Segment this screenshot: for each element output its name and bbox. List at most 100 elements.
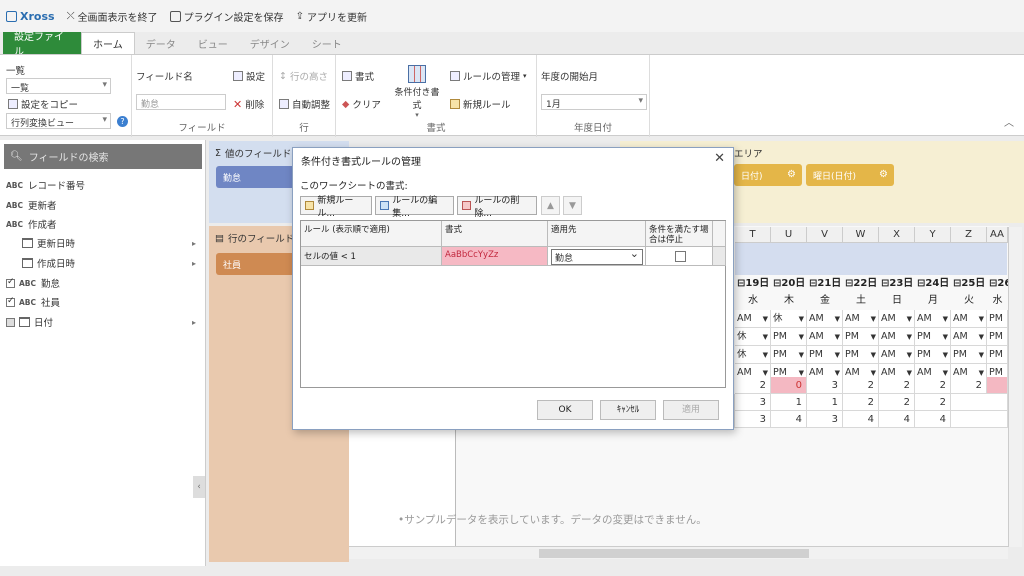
dropdown-arrow-icon[interactable]: ▼ [907,346,912,363]
grid-cell[interactable]: AM ▼ [879,310,915,328]
count-cell[interactable]: 4 [771,411,807,428]
date-header[interactable]: ⊟20日 [771,276,807,292]
dropdown-arrow-icon[interactable]: ▼ [871,328,876,345]
count-cell[interactable]: 1 [807,394,843,411]
row-field-chip[interactable]: 社員 [216,253,296,275]
field-settings-button[interactable]: 設定 [233,69,265,83]
update-app-button[interactable]: ⇪ アプリを更新 [296,9,367,24]
grid-cell[interactable]: PM [987,346,1008,364]
move-up-button[interactable]: ▲ [541,196,560,215]
count-cell[interactable]: 1 [771,394,807,411]
field-name-input[interactable]: 勤怠 [136,94,226,110]
grid-cell[interactable]: AM ▼ [843,310,879,328]
column-header[interactable]: W [843,227,879,243]
ok-button[interactable]: OK [537,400,593,420]
grid-cell[interactable]: AM ▼ [807,328,843,346]
grid-cell[interactable]: PM ▼ [843,346,879,364]
new-rule-dialog-button[interactable]: 新規ルール... [300,196,372,219]
clear-button[interactable]: ◆ クリア [342,97,381,112]
panel-collapse-handle[interactable]: ‹ [193,476,205,498]
date-header[interactable]: ⊟22日 [843,276,879,292]
vertical-scrollbar[interactable] [1008,227,1022,547]
dropdown-arrow-icon[interactable]: ▼ [979,310,984,327]
tab-data[interactable]: データ [135,32,187,54]
exit-fullscreen-button[interactable]: ⤬ 全画面表示を終了 [67,9,158,24]
grid-cell[interactable]: AM ▼ [951,328,987,346]
count-cell[interactable]: 3 [807,377,843,394]
field-checkbox[interactable] [6,277,15,288]
field-item[interactable]: ABC 更新者 [6,197,202,213]
count-cell[interactable]: 2 [915,377,951,394]
count-cell[interactable] [987,377,1008,394]
column-header[interactable]: T [735,227,771,243]
field-item[interactable]: 更新日時 ▸ [22,235,202,251]
new-rule-button[interactable]: 新規ルール [450,97,511,111]
grid-cell[interactable]: PM ▼ [951,346,987,364]
column-header[interactable]: V [807,227,843,243]
field-item[interactable]: 作成日時 ▸ [22,255,202,271]
dropdown-arrow-icon[interactable]: ▼ [835,310,840,327]
tab-view[interactable]: ビュー [187,32,239,54]
auto-adjust-button[interactable]: 自動調整 [279,97,330,111]
grid-cell[interactable]: PM ▼ [843,328,879,346]
count-cell[interactable]: 0 [771,377,807,394]
grid-cell[interactable]: AM ▼ [735,310,771,328]
count-cell[interactable]: 2 [843,377,879,394]
column-header[interactable]: X [879,227,915,243]
gear-icon[interactable]: ⚙ [879,169,888,180]
grid-cell[interactable]: PM ▼ [915,346,951,364]
dropdown-arrow-icon[interactable]: ▼ [943,346,948,363]
grid-cell[interactable]: PM ▼ [771,346,807,364]
column-header[interactable]: AA [987,227,1008,243]
copy-settings-button[interactable]: 設定をコピー [8,97,78,111]
field-search-input[interactable]: 🔍︎ フィールドの検索 [4,144,202,169]
count-cell[interactable]: 3 [735,411,771,428]
view-select[interactable]: 行列変換ビュー [6,113,111,129]
count-cell[interactable]: 3 [807,411,843,428]
dropdown-arrow-icon[interactable]: ▼ [799,310,804,327]
dropdown-arrow-icon[interactable]: ▼ [799,346,804,363]
count-cell[interactable]: 4 [843,411,879,428]
value-field-chip[interactable]: 勤怠 [216,166,296,188]
field-checkbox[interactable] [6,296,15,307]
row-height-button[interactable]: ↕ 行の高さ [279,69,328,84]
grid-cell[interactable]: 休 ▼ [735,328,771,346]
grid-cell[interactable]: AM ▼ [951,310,987,328]
grid-cell[interactable]: PM [987,310,1008,328]
help-icon[interactable]: ? [117,116,128,127]
delete-rule-button[interactable]: ルールの削除... [457,196,537,219]
edit-rule-button[interactable]: ルールの編集... [375,196,454,219]
grid-cell[interactable]: AM ▼ [879,346,915,364]
field-delete-button[interactable]: ✕ 削除 [233,97,264,112]
rule-condition-cell[interactable]: セルの値 < 1 [301,247,442,266]
grid-cell[interactable]: 休 ▼ [735,346,771,364]
count-cell[interactable]: 3 [735,394,771,411]
conditional-format-button[interactable]: 条件付き書式 ▾ [392,65,442,119]
count-cell[interactable]: 2 [951,377,987,394]
dropdown-arrow-icon[interactable]: ▼ [979,328,984,345]
horizontal-scrollbar[interactable] [349,546,1008,559]
apply-to-select[interactable]: 勤怠 [551,247,643,265]
date-header[interactable]: ⊟25日 [951,276,987,292]
dropdown-arrow-icon[interactable]: ▼ [943,310,948,327]
field-item[interactable]: 日付 ▸ [6,314,202,330]
column-header[interactable]: U [771,227,807,243]
dropdown-arrow-icon[interactable]: ▼ [907,310,912,327]
count-cell[interactable] [951,411,1008,428]
move-down-button[interactable]: ▼ [563,196,582,215]
tab-design[interactable]: デザイン [239,32,301,54]
dropdown-arrow-icon[interactable]: ▼ [871,346,876,363]
close-icon[interactable]: ✕ [714,151,725,166]
grid-cell[interactable]: 休 ▼ [771,310,807,328]
dropdown-arrow-icon[interactable]: ▼ [799,328,804,345]
grid-cell[interactable]: AM ▼ [879,328,915,346]
grid-cell[interactable]: PM ▼ [771,328,807,346]
expand-arrow-icon[interactable]: ▸ [192,318,196,327]
dropdown-arrow-icon[interactable]: ▼ [871,310,876,327]
save-plugin-settings-button[interactable]: プラグイン設定を保存 [169,9,284,24]
expand-arrow-icon[interactable]: ▸ [192,259,196,268]
scrollbar-thumb[interactable] [539,549,809,558]
grid-cell[interactable]: PM ▼ [807,346,843,364]
list-select[interactable]: 一覧 [6,78,111,94]
grid-cell[interactable]: PM ▼ [915,328,951,346]
